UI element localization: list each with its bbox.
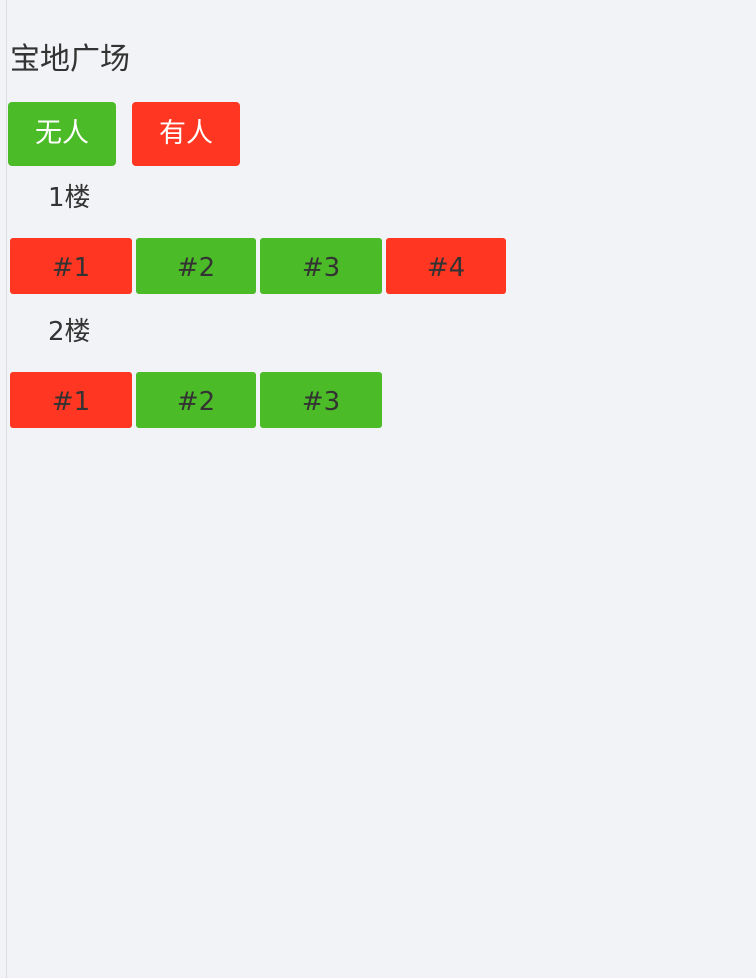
floor-1-room-3[interactable]: #3: [260, 238, 382, 294]
floor-2-room-3[interactable]: #3: [260, 372, 382, 428]
floor-2-room-row: #1 #2 #3: [10, 372, 382, 428]
floor-1-room-1[interactable]: #1: [10, 238, 132, 294]
floor-1-room-2[interactable]: #2: [136, 238, 256, 294]
legend-empty-button[interactable]: 无人: [8, 102, 116, 166]
floor-1-room-row: #1 #2 #3 #4: [10, 238, 506, 294]
floor-2-label: 2楼: [48, 317, 91, 347]
left-divider: [6, 0, 7, 978]
page-title: 宝地广场: [10, 42, 130, 77]
floor-1-label: 1楼: [48, 183, 91, 213]
legend-occupied-button[interactable]: 有人: [132, 102, 240, 166]
floor-2-room-1[interactable]: #1: [10, 372, 132, 428]
floor-2-room-2[interactable]: #2: [136, 372, 256, 428]
floor-1-room-4[interactable]: #4: [386, 238, 506, 294]
